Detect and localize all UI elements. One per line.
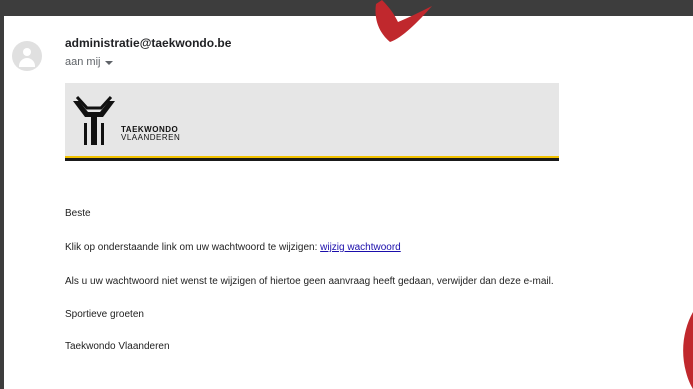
red-annotation-mark-icon	[683, 312, 693, 389]
signature-text: Taekwondo Vlaanderen	[65, 341, 170, 352]
closing-text: Sportieve groeten	[65, 309, 144, 320]
banner-stripe-black	[65, 158, 559, 161]
sender-address[interactable]: administratie@taekwondo.be	[65, 36, 231, 50]
banner-line2: VLAANDEREN	[121, 133, 181, 142]
red-annotation-arrow-icon	[375, 0, 432, 42]
banner-logo-text: TAEKWONDO VLAANDEREN	[121, 126, 180, 142]
reset-password-link[interactable]: wijzig wachtwoord	[320, 242, 401, 253]
avatar-body	[19, 58, 35, 67]
greeting-text: Beste	[65, 208, 91, 219]
recipient-line[interactable]: aan mij	[65, 56, 114, 68]
taekwondo-logo-icon	[73, 95, 115, 145]
notice-text: Als u uw wachtwoord niet wenst te wijzig…	[65, 276, 554, 287]
instruction-line: Klik op onderstaande link om uw wachtwoo…	[65, 242, 401, 253]
avatar-head	[23, 48, 31, 56]
taekwondo-banner: TAEKWONDO VLAANDEREN	[65, 83, 559, 161]
sender-avatar-person-icon[interactable]	[12, 41, 42, 71]
caret-down-icon[interactable]	[105, 60, 114, 65]
recipient-label: aan mij	[65, 56, 101, 68]
instruction-text: Klik op onderstaande link om uw wachtwoo…	[65, 242, 318, 253]
email-message: administratie@taekwondo.be aan mij TAEKW…	[4, 16, 693, 389]
